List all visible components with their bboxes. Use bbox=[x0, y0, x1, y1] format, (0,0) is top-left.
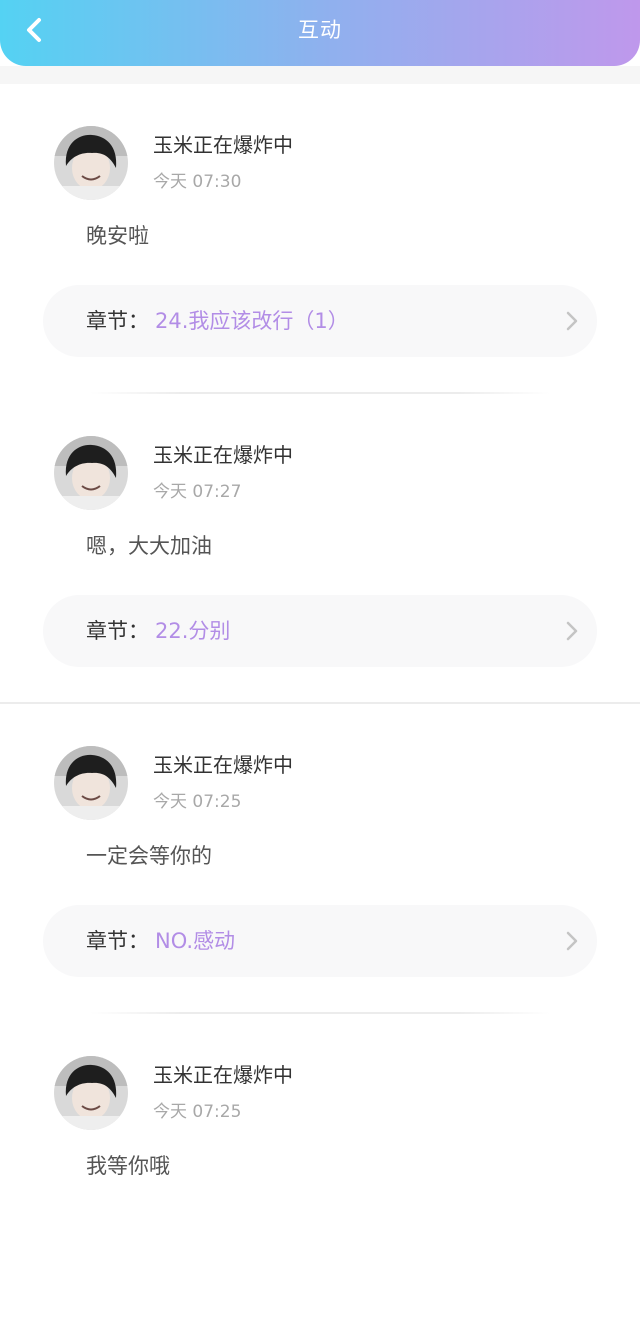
chevron-right-icon bbox=[565, 310, 579, 332]
comment-text: 我等你哦 bbox=[86, 1154, 170, 1178]
comment-card: 玉米正在爆炸中 今天 07:27 嗯，大大加油 章节： 22.分别 bbox=[0, 394, 640, 704]
comment-card: 玉米正在爆炸中 今天 07:25 一定会等你的 章节： NO.感动 bbox=[0, 704, 640, 1014]
username[interactable]: 玉米正在爆炸中 bbox=[153, 132, 293, 158]
chapter-label: 章节： bbox=[86, 929, 149, 953]
chapter-title: 22.分别 bbox=[155, 619, 231, 643]
page-title: 互动 bbox=[298, 18, 342, 42]
chapter-label: 章节： bbox=[86, 619, 149, 643]
comment-card: 玉米正在爆炸中 今天 07:30 晚安啦 章节： 24.我应该改行（1） bbox=[0, 84, 640, 394]
comment-feed: 玉米正在爆炸中 今天 07:30 晚安啦 章节： 24.我应该改行（1） 玉米正… bbox=[0, 84, 640, 1324]
avatar[interactable] bbox=[54, 436, 128, 510]
chevron-right-icon bbox=[565, 930, 579, 952]
comment-time: 今天 07:27 bbox=[153, 482, 242, 502]
username[interactable]: 玉米正在爆炸中 bbox=[153, 1062, 293, 1088]
comment-time: 今天 07:30 bbox=[153, 172, 242, 192]
chapter-link[interactable]: 章节： 24.我应该改行（1） bbox=[43, 285, 597, 357]
avatar[interactable] bbox=[54, 126, 128, 200]
comment-time: 今天 07:25 bbox=[153, 792, 242, 812]
username[interactable]: 玉米正在爆炸中 bbox=[153, 442, 293, 468]
comment-text: 一定会等你的 bbox=[86, 844, 212, 868]
chapter-link[interactable]: 章节： 22.分别 bbox=[43, 595, 597, 667]
comment-card: 玉米正在爆炸中 今天 07:25 我等你哦 bbox=[0, 1014, 640, 1324]
chapter-title: NO.感动 bbox=[155, 929, 236, 953]
chapter-title: 24.我应该改行（1） bbox=[155, 309, 349, 333]
header-gap bbox=[0, 66, 640, 84]
comment-time: 今天 07:25 bbox=[153, 1102, 242, 1122]
chapter-link[interactable]: 章节： NO.感动 bbox=[43, 905, 597, 977]
chevron-right-icon bbox=[565, 620, 579, 642]
comment-text: 嗯，大大加油 bbox=[86, 534, 212, 558]
avatar[interactable] bbox=[54, 1056, 128, 1130]
username[interactable]: 玉米正在爆炸中 bbox=[153, 752, 293, 778]
comment-text: 晚安啦 bbox=[86, 224, 149, 248]
chapter-label: 章节： bbox=[86, 309, 149, 333]
top-bar: 互动 bbox=[0, 0, 640, 66]
avatar[interactable] bbox=[54, 746, 128, 820]
